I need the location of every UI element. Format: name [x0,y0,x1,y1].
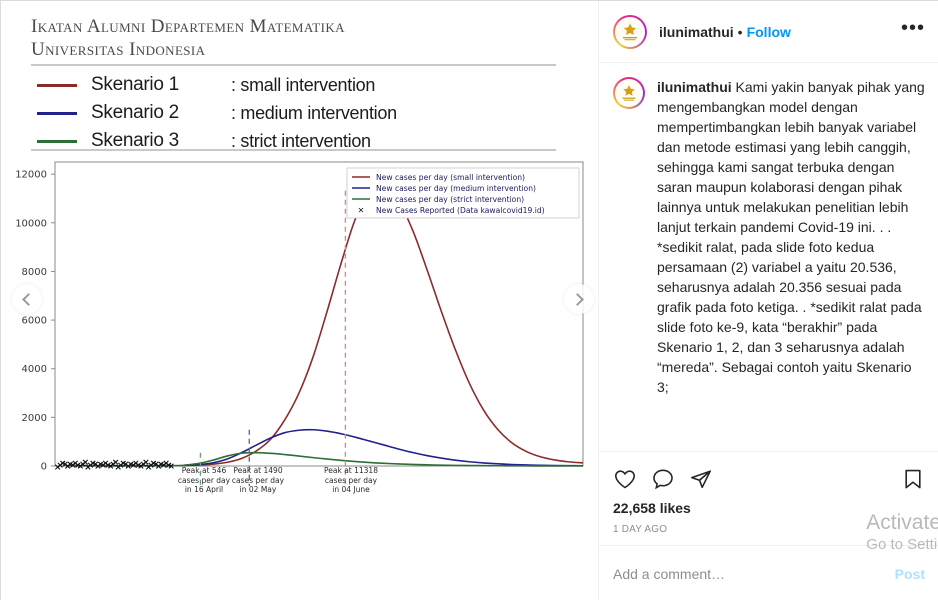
svg-text:New cases per day (small inter: New cases per day (small intervention) [376,173,525,182]
legend-label-scenario1: Skenario 1 [91,74,179,95]
title-divider [31,64,556,66]
action-icon-row [613,460,925,498]
ilunimath-logo-icon [617,19,643,44]
username-separator: • [737,23,743,40]
share-paperplane-icon [691,470,711,489]
svg-text:2000: 2000 [22,413,47,424]
post-comment-button[interactable]: Post [895,566,925,582]
legend-divider [31,149,556,151]
svg-text:4000: 4000 [22,364,47,375]
svg-text:10000: 10000 [15,218,47,229]
chevron-right-icon [571,292,584,306]
legend-swatch-scenario2 [37,111,77,115]
likes-count[interactable]: 22,658 likes [613,500,925,516]
svg-text:New cases per day (medium inte: New cases per day (medium intervention) [376,184,536,193]
caption-area: ilunimathui Kami yakin banyak pihak yang… [599,63,938,451]
comment-bar: Post [599,545,938,600]
save-button[interactable] [901,467,925,491]
legend-item: Skenario 1 : small intervention [37,73,557,97]
caption-avatar[interactable] [613,77,645,109]
legend-desc-scenario2: : medium intervention [231,102,397,123]
post-sidebar: ilunimathui • Follow ••• ilunimathui Kam… [598,1,938,600]
caption-username[interactable]: ilunimathui [657,79,732,95]
avatar-image [616,18,644,45]
avatar[interactable] [613,14,647,49]
legend-swatch-scenario1 [37,83,77,87]
chart-svg: 0 2000 4000 6000 8000 10000 12000 New cases pe… [15,161,584,486]
post-media-pane[interactable]: Ikatan Alumni Departemen Matematika Univ… [1,1,598,600]
follow-button[interactable]: Follow [747,24,791,40]
slide-title-line2: Universitas Indonesia [31,39,206,60]
caption-row: ilunimathui Kami yakin banyak pihak yang… [613,77,925,397]
legend-desc-scenario1: : small intervention [231,74,376,95]
ilunimath-logo-icon [617,81,641,105]
slide-title: Ikatan Alumni Departemen Matematika Univ… [31,15,451,61]
legend-swatch-scenario3 [37,139,77,143]
bookmark-icon [905,469,921,489]
post-username[interactable]: ilunimathui [659,24,734,40]
like-button[interactable] [613,467,637,491]
comment-input[interactable] [613,565,895,582]
svg-text:6000: 6000 [22,316,47,327]
more-options-icon[interactable]: ••• [901,18,925,40]
share-button[interactable] [689,467,713,491]
peak-annotations: Peak at 546 cases per day in 16 April Pe… [171,466,591,506]
svg-text:8000: 8000 [22,267,47,278]
carousel-prev-button[interactable] [12,284,42,314]
post-actions: 22,658 likes 1 DAY AGO [599,451,938,545]
scenario-legend: Skenario 1 : small intervention Skenario… [37,73,557,157]
peak-annotation-small: Peak at 11318 cases per day in 04 June [324,466,378,494]
caption-body: Kami yakin banyak pihak yang mengembangk… [657,79,925,395]
carousel-next-button[interactable] [564,284,594,314]
caption-avatar-image [616,80,642,106]
svg-text:New Cases Reported (Data kawal: New Cases Reported (Data kawalcovid19.id… [376,206,545,215]
comment-button[interactable] [651,467,675,491]
comment-bubble-icon [653,469,673,490]
heart-icon [614,470,636,489]
svg-text:12000: 12000 [15,170,47,181]
instagram-post-view: Ikatan Alumni Departemen Matematika Univ… [0,0,938,600]
chevron-left-icon [22,292,35,306]
peak-annotation-medium: Peak at 1490 cases per day in 02 May [231,466,285,494]
caption-text: ilunimathui Kami yakin banyak pihak yang… [657,77,925,397]
post-header: ilunimathui • Follow ••• [599,1,938,63]
slide-title-line1: Ikatan Alumni Departemen Matematika [31,16,345,37]
svg-text:New cases per day (strict inte: New cases per day (strict intervention) [376,195,524,204]
svg-text:0: 0 [41,462,47,473]
legend-item: Skenario 2 : medium intervention [37,101,557,125]
svg-text:✕: ✕ [358,206,365,215]
post-timestamp: 1 DAY AGO [613,524,668,535]
legend-label-scenario2: Skenario 2 [91,102,179,123]
epidemic-curve-chart: 0 2000 4000 6000 8000 10000 12000 New cases pe… [11,156,589,494]
